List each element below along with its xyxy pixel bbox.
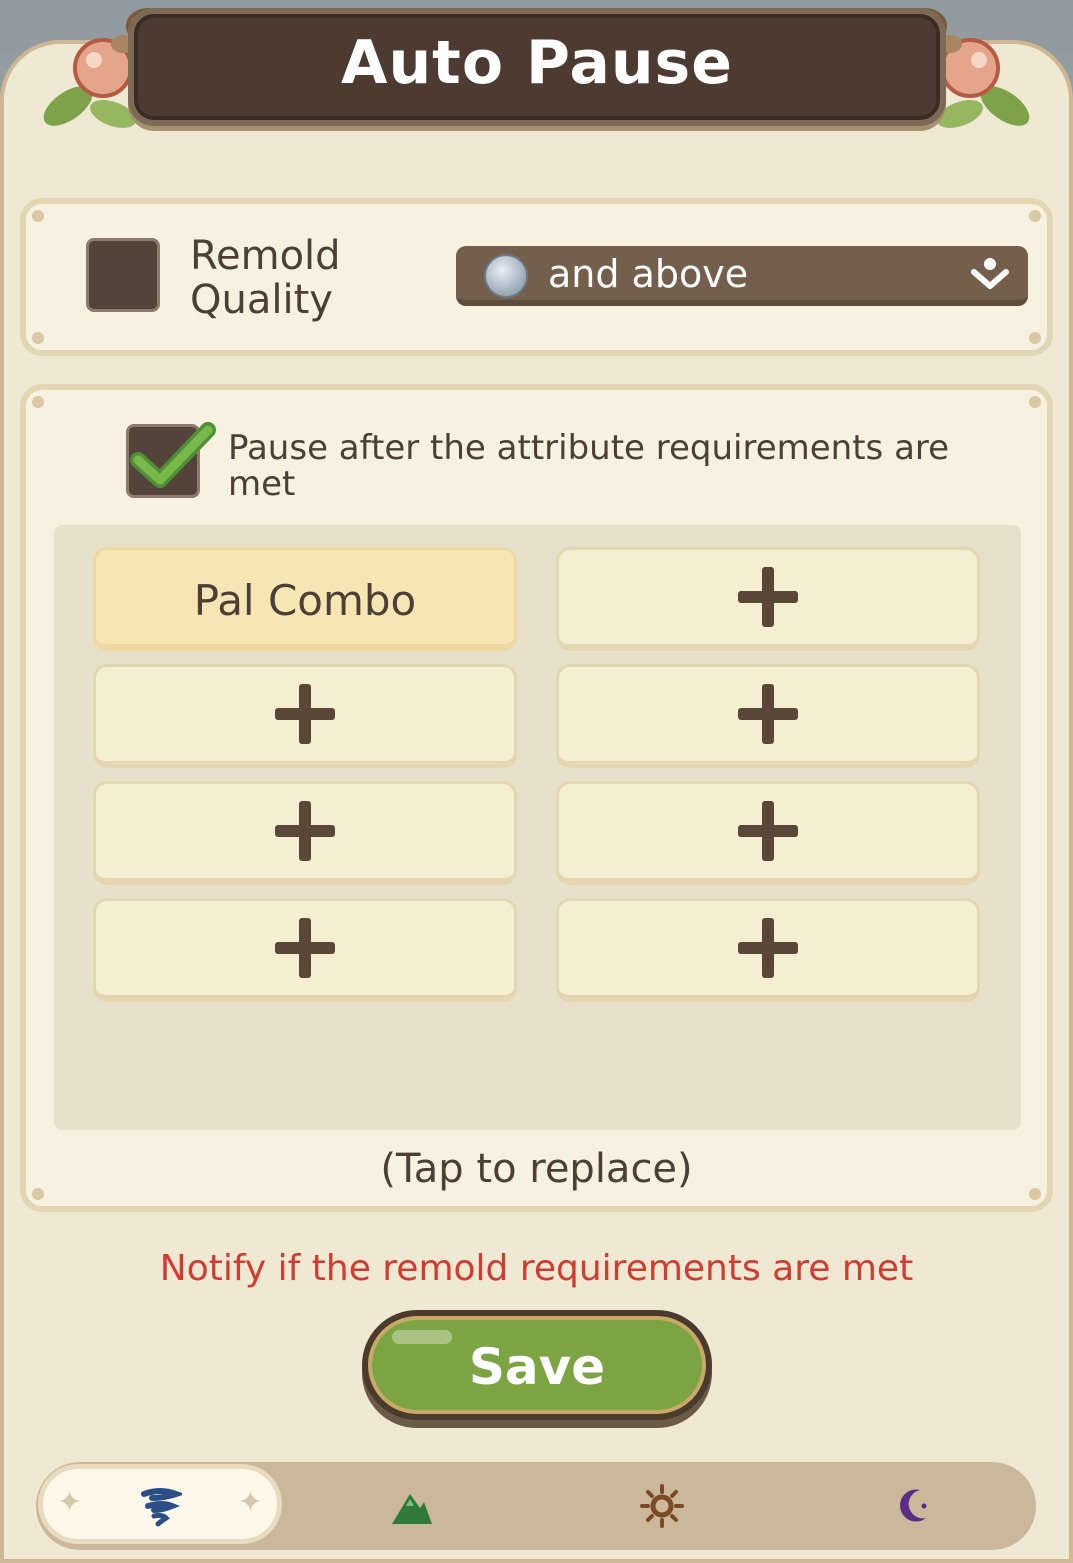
save-button[interactable]: Save bbox=[362, 1310, 712, 1420]
chevron-down-icon bbox=[971, 258, 1009, 289]
attribute-slot-1[interactable]: Pal Combo bbox=[93, 547, 517, 651]
attribute-slot-2[interactable] bbox=[556, 547, 980, 651]
sparkle-icon: ✦ bbox=[237, 1485, 263, 1520]
remold-quality-checkbox[interactable] bbox=[86, 238, 160, 312]
plus-icon bbox=[275, 918, 335, 978]
silver-gem-icon bbox=[484, 254, 528, 298]
quality-dropdown-value: and above bbox=[548, 252, 749, 296]
page-title: Auto Pause bbox=[341, 28, 733, 98]
remold-quality-label: Remold Quality bbox=[190, 233, 341, 323]
attribute-slot-5[interactable] bbox=[93, 781, 517, 885]
tap-to-replace-hint: (Tap to replace) bbox=[380, 1146, 693, 1192]
attribute-slot-7[interactable] bbox=[93, 898, 517, 1002]
attribute-slot-3[interactable] bbox=[93, 664, 517, 768]
plus-icon bbox=[275, 684, 335, 744]
plus-icon bbox=[275, 801, 335, 861]
attribute-pause-label: Pause after the attribute requirements a… bbox=[228, 428, 950, 504]
attribute-slot-6[interactable] bbox=[556, 781, 980, 885]
checkmark-icon bbox=[130, 422, 216, 488]
quality-dropdown[interactable]: and above bbox=[456, 246, 1028, 306]
wind-icon[interactable] bbox=[138, 1484, 182, 1528]
moon-icon[interactable] bbox=[892, 1484, 936, 1528]
plus-icon bbox=[738, 567, 798, 627]
attribute-slot-4[interactable] bbox=[556, 664, 980, 768]
notify-message: Notify if the remold requirements are me… bbox=[159, 1248, 914, 1289]
plus-icon bbox=[738, 801, 798, 861]
plus-icon bbox=[738, 684, 798, 744]
plus-icon bbox=[738, 918, 798, 978]
sparkle-icon: ✦ bbox=[57, 1485, 83, 1520]
sun-icon[interactable] bbox=[640, 1484, 684, 1528]
mountain-icon[interactable] bbox=[390, 1486, 434, 1530]
attribute-slot-8[interactable] bbox=[556, 898, 980, 1002]
